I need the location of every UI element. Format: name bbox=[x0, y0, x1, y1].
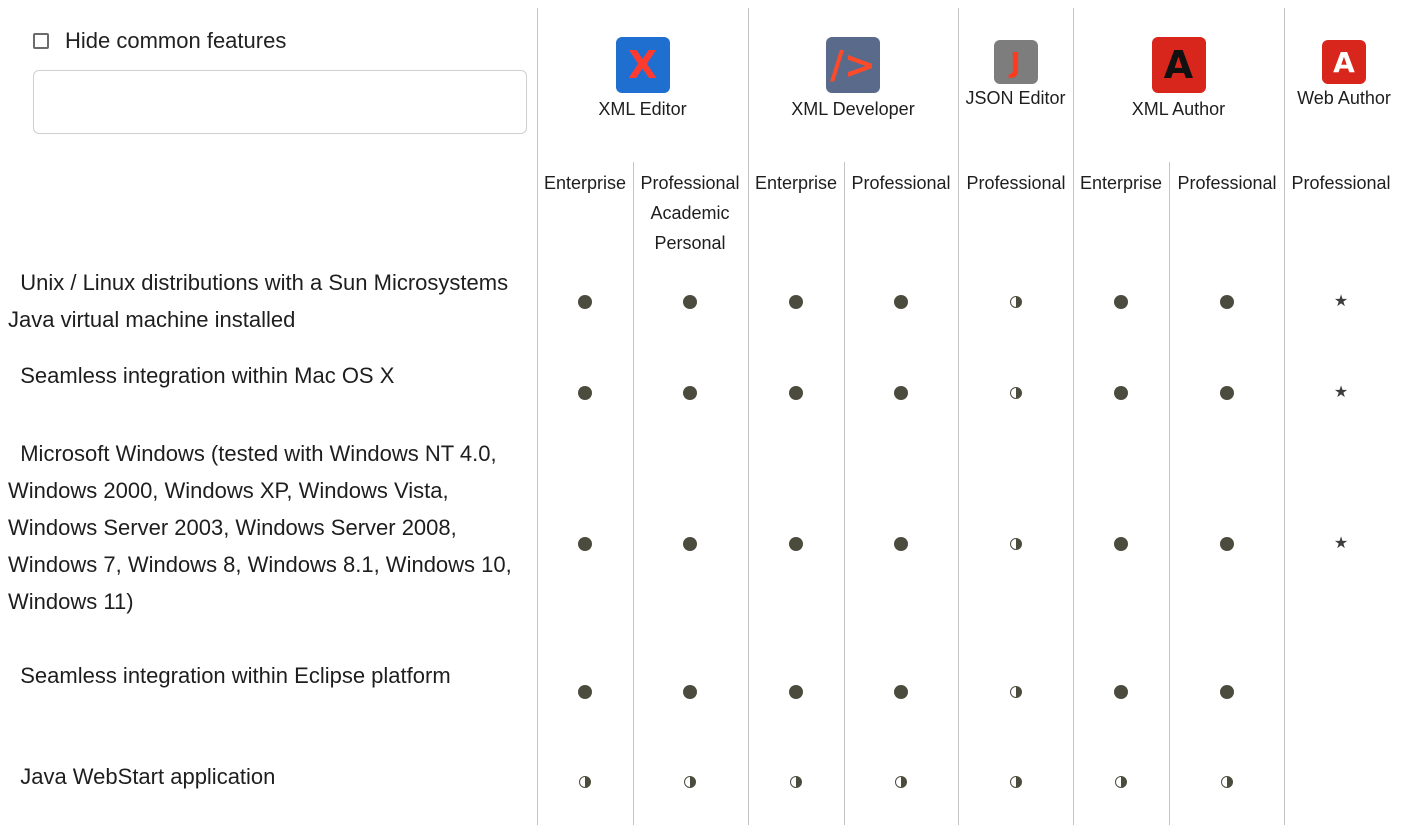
full-support-dot-icon bbox=[894, 537, 908, 551]
full-support-dot-icon bbox=[683, 537, 697, 551]
partial-support-icon bbox=[1010, 686, 1022, 698]
partial-support-icon bbox=[684, 776, 696, 788]
product-logo-glyph: A bbox=[1333, 45, 1355, 79]
partial-support-icon bbox=[1010, 776, 1022, 788]
full-support-dot-icon bbox=[894, 685, 908, 699]
full-support-dot-icon bbox=[683, 386, 697, 400]
hide-common-features-label: Hide common features bbox=[65, 28, 287, 53]
full-support-dot-icon bbox=[683, 295, 697, 309]
feature-label: Unix / Linux distributions with a Sun Mi… bbox=[8, 270, 509, 332]
product-logo-glyph: J bbox=[1010, 45, 1021, 79]
star-icon: ★ bbox=[1333, 293, 1349, 310]
column-separator bbox=[1073, 8, 1074, 825]
edition-label-line: Academic bbox=[650, 203, 730, 223]
json-editor-icon: J bbox=[993, 40, 1038, 84]
partial-support-icon bbox=[1221, 776, 1233, 788]
product-name: Web Author bbox=[1297, 88, 1391, 108]
product-header: A XML Author bbox=[1073, 37, 1284, 120]
star-icon: ★ bbox=[1333, 535, 1349, 552]
hide-common-features-toggle[interactable]: Hide common features bbox=[33, 27, 286, 55]
product-logo-glyph: A bbox=[1163, 43, 1194, 87]
edition-label: Professional bbox=[956, 168, 1076, 198]
edition-separator bbox=[1169, 162, 1170, 825]
full-support-dot-icon bbox=[789, 685, 803, 699]
product-header: /> XML Developer bbox=[748, 37, 958, 120]
xml-editor-icon: X bbox=[615, 37, 670, 93]
full-support-dot-icon bbox=[1220, 537, 1234, 551]
full-support-dot-icon bbox=[1220, 685, 1234, 699]
product-name: XML Author bbox=[1131, 99, 1226, 119]
star-icon: ★ bbox=[1333, 384, 1349, 401]
product-name: XML Developer bbox=[791, 99, 915, 119]
full-support-dot-icon bbox=[894, 386, 908, 400]
feature-filter-input[interactable] bbox=[33, 70, 527, 134]
edition-label: Professional Academic Personal bbox=[630, 168, 750, 258]
product-header: X XML Editor bbox=[537, 37, 748, 120]
feature-label: Microsoft Windows (tested with Windows N… bbox=[8, 441, 512, 614]
edition-label-line: Enterprise bbox=[1079, 173, 1163, 193]
edition-label: Enterprise bbox=[525, 168, 645, 198]
full-support-dot-icon bbox=[578, 386, 592, 400]
partial-support-icon bbox=[579, 776, 591, 788]
product-name: XML Editor bbox=[598, 99, 687, 119]
full-support-dot-icon bbox=[1114, 537, 1128, 551]
edition-label-line: Professional bbox=[1177, 173, 1277, 193]
full-support-dot-icon bbox=[1220, 295, 1234, 309]
full-support-dot-icon bbox=[683, 685, 697, 699]
checkbox[interactable] bbox=[33, 33, 49, 49]
xml-developer-icon: /> bbox=[826, 37, 880, 93]
partial-support-icon bbox=[1010, 387, 1022, 399]
full-support-dot-icon bbox=[1114, 386, 1128, 400]
product-header: J JSON Editor bbox=[958, 40, 1073, 109]
web-author-icon: A bbox=[1322, 40, 1366, 84]
feature-label: Seamless integration within Mac OS X bbox=[8, 363, 395, 388]
edition-label-line: Enterprise bbox=[754, 173, 838, 193]
column-separator bbox=[537, 8, 538, 825]
edition-label: Professional bbox=[1167, 168, 1287, 198]
edition-label-line: Professional bbox=[640, 173, 740, 193]
full-support-dot-icon bbox=[789, 537, 803, 551]
feature-label: Java WebStart application bbox=[8, 764, 276, 789]
full-support-dot-icon bbox=[789, 386, 803, 400]
full-support-dot-icon bbox=[1114, 685, 1128, 699]
edition-separator bbox=[844, 162, 845, 825]
full-support-dot-icon bbox=[789, 295, 803, 309]
partial-support-icon bbox=[895, 776, 907, 788]
partial-support-icon bbox=[790, 776, 802, 788]
full-support-dot-icon bbox=[894, 295, 908, 309]
feature-label: Seamless integration within Eclipse plat… bbox=[8, 663, 451, 688]
product-logo-glyph: X bbox=[627, 43, 658, 87]
partial-support-icon bbox=[1010, 538, 1022, 550]
full-support-dot-icon bbox=[1220, 386, 1234, 400]
edition-label: Enterprise bbox=[736, 168, 856, 198]
product-header: A Web Author bbox=[1284, 40, 1404, 109]
edition-label: Enterprise bbox=[1061, 168, 1181, 198]
edition-separator bbox=[633, 162, 634, 825]
full-support-dot-icon bbox=[1114, 295, 1128, 309]
edition-label-line: Personal bbox=[654, 233, 726, 253]
edition-label-line: Professional bbox=[851, 173, 951, 193]
edition-label-line: Enterprise bbox=[543, 173, 627, 193]
column-separator bbox=[748, 8, 749, 825]
partial-support-icon bbox=[1115, 776, 1127, 788]
column-separator bbox=[1284, 8, 1285, 825]
xml-author-icon: A bbox=[1151, 37, 1206, 93]
column-separator bbox=[958, 8, 959, 825]
full-support-dot-icon bbox=[578, 537, 592, 551]
edition-label-line: Professional bbox=[966, 173, 1066, 193]
full-support-dot-icon bbox=[578, 295, 592, 309]
edition-label-line: Professional bbox=[1291, 173, 1391, 193]
product-logo-glyph: /> bbox=[830, 43, 876, 87]
full-support-dot-icon bbox=[578, 685, 592, 699]
product-name: JSON Editor bbox=[965, 88, 1066, 108]
edition-label: Professional bbox=[841, 168, 961, 198]
partial-support-icon bbox=[1010, 296, 1022, 308]
edition-label: Professional bbox=[1281, 168, 1401, 198]
